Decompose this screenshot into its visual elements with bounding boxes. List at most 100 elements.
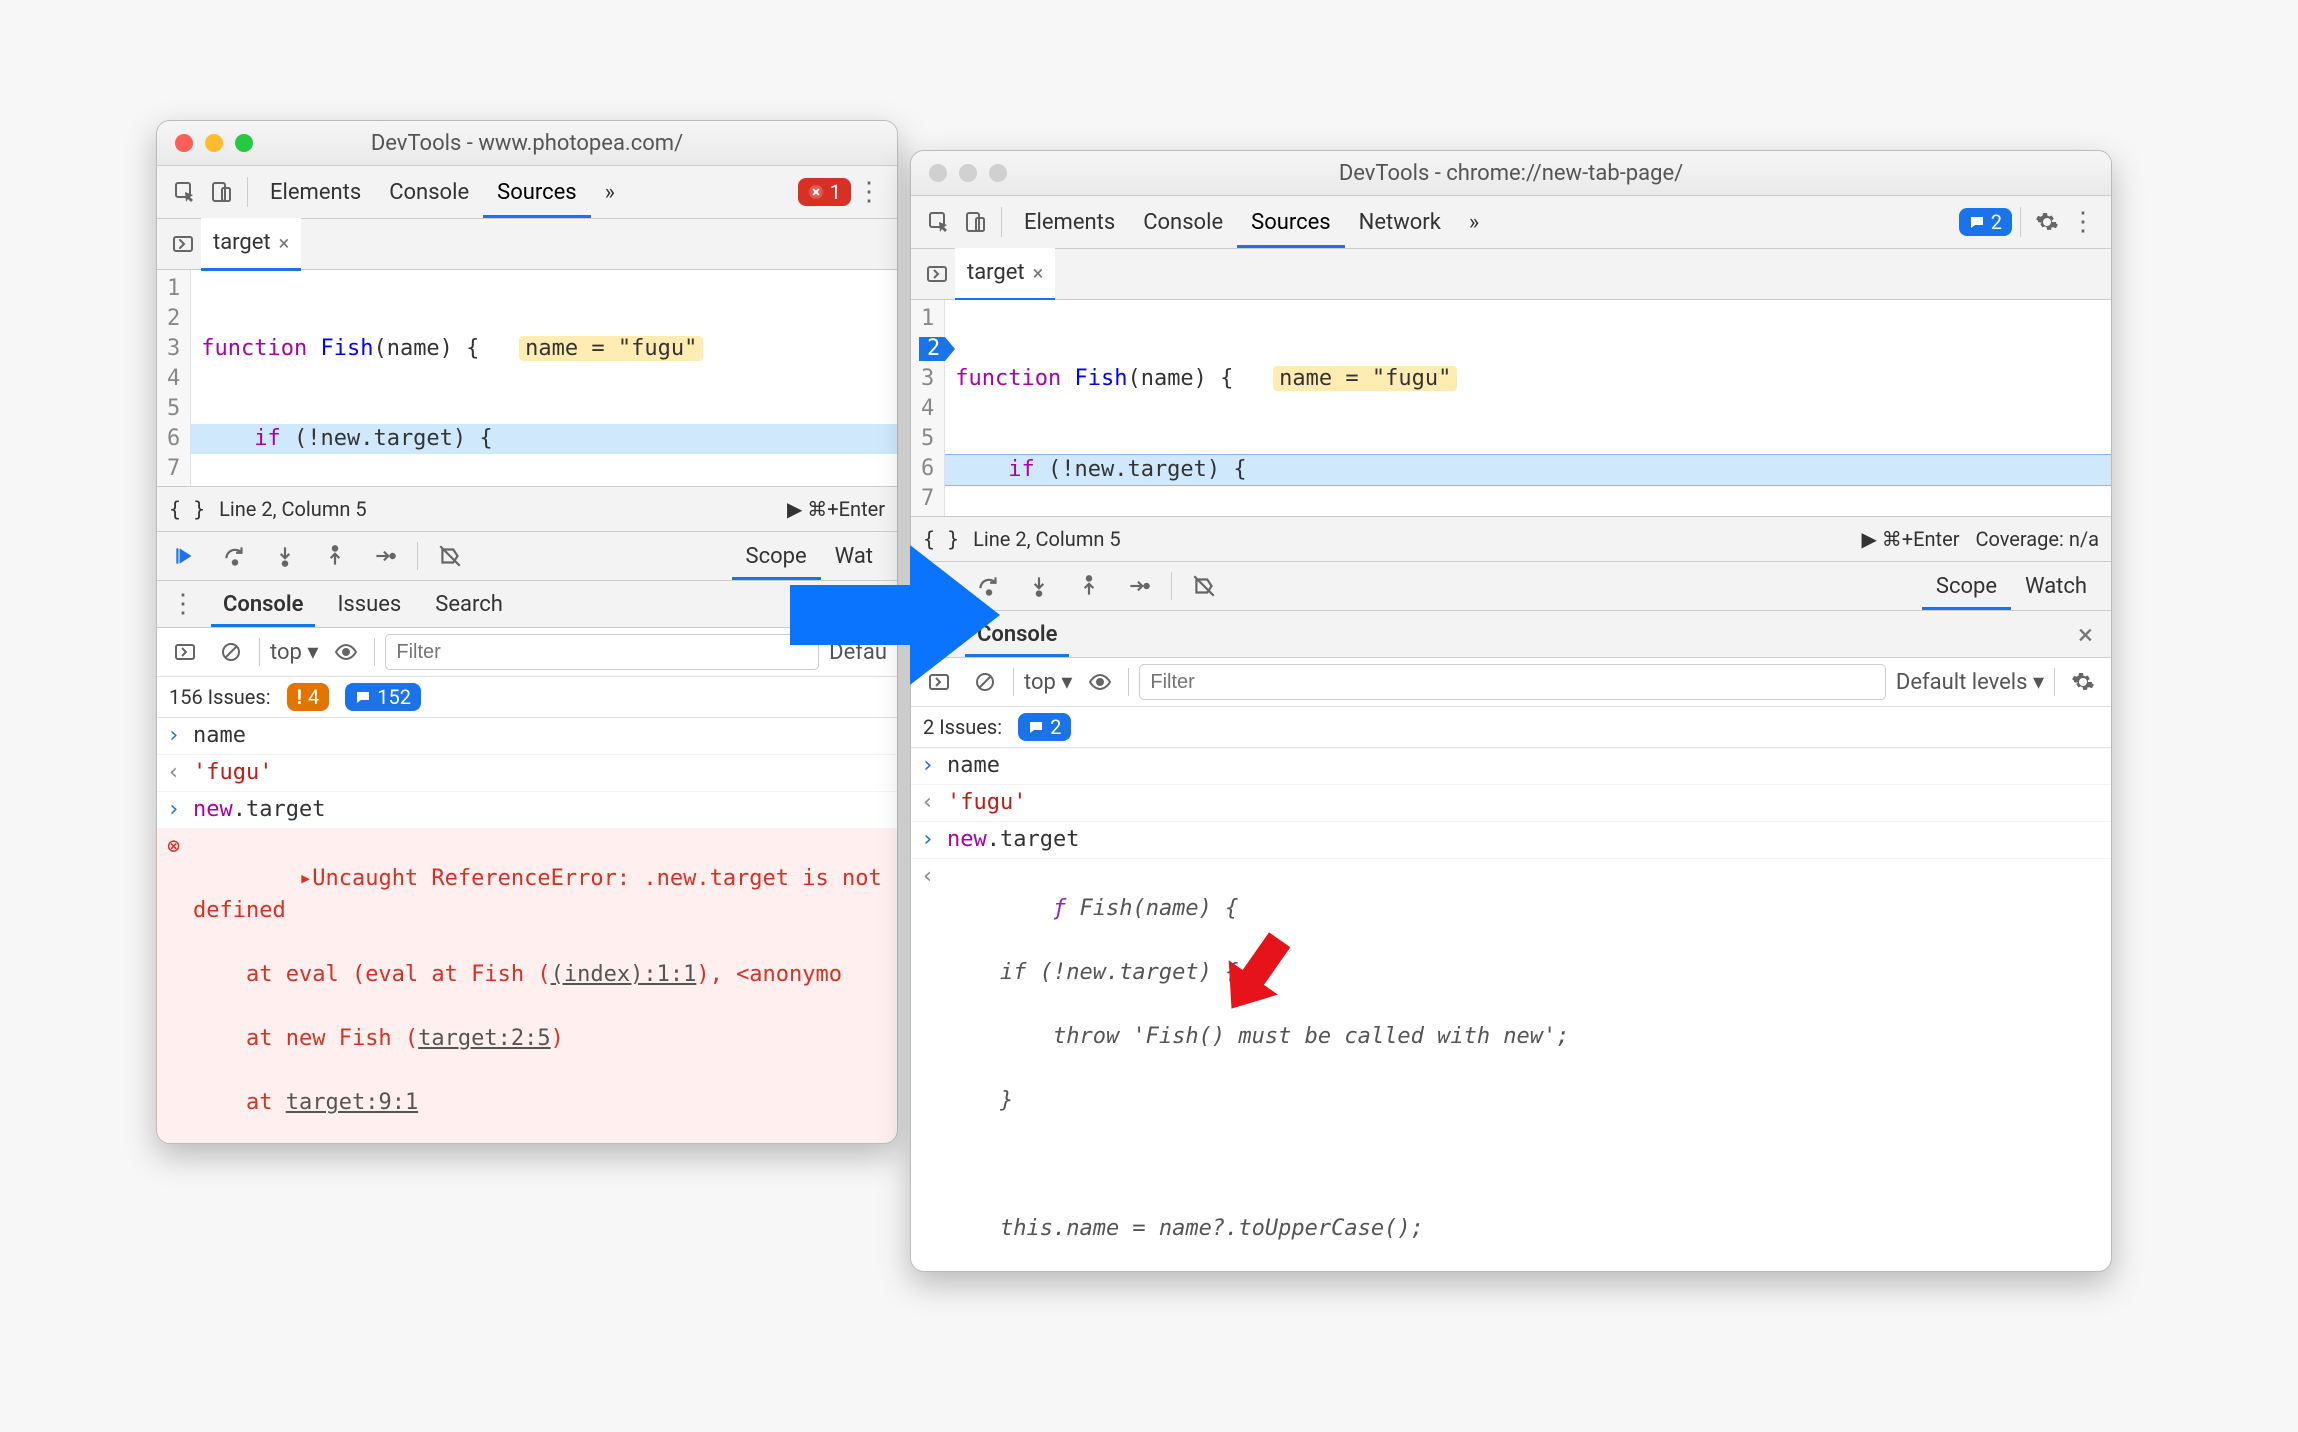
toggle-sidebar-icon[interactable]	[921, 664, 957, 700]
devtools-tabstrip: Elements Console Sources Network » 2 ⋮	[911, 196, 2111, 249]
tab-more[interactable]: »	[1455, 196, 1493, 248]
clear-console-icon[interactable]	[213, 634, 249, 670]
scope-tab[interactable]: Scope	[732, 532, 821, 580]
step-into-icon[interactable]	[1021, 568, 1057, 604]
device-toolbar-icon[interactable]	[957, 204, 993, 240]
chevron-left-icon: ‹	[921, 861, 947, 1272]
step-over-icon[interactable]	[971, 568, 1007, 604]
drawer-tab-console[interactable]: Console	[211, 581, 315, 627]
watch-tab[interactable]: Watch	[2011, 562, 2101, 610]
traffic-light-zoom-icon[interactable]	[235, 134, 253, 152]
traffic-light-close-icon[interactable]	[929, 164, 947, 182]
kebab-menu-icon[interactable]: ⋮	[165, 586, 201, 622]
deactivate-breakpoints-icon[interactable]	[432, 538, 468, 574]
step-icon[interactable]	[1121, 568, 1157, 604]
inline-value-hint: name = "fugu"	[1273, 366, 1457, 391]
scope-tab[interactable]: Scope	[1922, 562, 2011, 610]
live-expression-icon[interactable]	[328, 634, 364, 670]
console-filter-input[interactable]	[1139, 664, 1885, 700]
console-toolbar: top ▾ Default levels ▾	[911, 658, 2111, 707]
tab-console[interactable]: Console	[375, 166, 483, 218]
code-editor[interactable]: 1 2 2 34567 function Fish(name) { name =…	[911, 300, 2111, 516]
console-output[interactable]: ƒ Fish(name) { if (!new.target) { throw …	[947, 861, 2101, 1272]
show-navigator-icon[interactable]	[919, 256, 955, 292]
run-snippet-hint: ▶ ⌘+Enter	[787, 497, 885, 521]
tab-network[interactable]: Network	[1345, 196, 1455, 248]
traffic-light-zoom-icon[interactable]	[989, 164, 1007, 182]
cursor-position: Line 2, Column 5	[973, 527, 1120, 551]
console-output: 'fugu'	[947, 787, 2101, 819]
console-error[interactable]: ⊗ ▸Uncaught ReferenceError: .new.target …	[157, 829, 897, 1144]
code-editor[interactable]: 1234567 function Fish(name) { name = "fu…	[157, 270, 897, 486]
issues-summary[interactable]: 2 Issues: 2	[911, 707, 2111, 748]
console-input: new.target	[193, 794, 887, 826]
error-count-badge[interactable]: 1	[798, 178, 851, 206]
debugger-toolbar: Scope Wat	[157, 532, 897, 581]
step-over-icon[interactable]	[217, 538, 253, 574]
traffic-light-close-icon[interactable]	[175, 134, 193, 152]
tab-more[interactable]: »	[591, 166, 629, 218]
kebab-menu-icon[interactable]: ⋮	[2065, 204, 2101, 240]
window-title: DevTools - chrome://new-tab-page/	[911, 161, 2111, 186]
close-icon[interactable]: ×	[1033, 261, 1044, 285]
stack-link[interactable]: target:9:1	[286, 1090, 418, 1115]
close-icon[interactable]: ×	[279, 231, 290, 255]
step-out-icon[interactable]	[317, 538, 353, 574]
drawer-tab-search[interactable]: Search	[423, 581, 515, 627]
step-icon[interactable]	[367, 538, 403, 574]
console-log: ›name ‹'fugu' ›new.target ⊗ ▸Uncaught Re…	[157, 718, 897, 1144]
device-toolbar-icon[interactable]	[203, 174, 239, 210]
stack-link[interactable]: (index):1:1	[551, 962, 697, 987]
stack-link[interactable]: target:2:5	[418, 1026, 550, 1051]
inspect-element-icon[interactable]	[167, 174, 203, 210]
file-tab-label: target	[967, 260, 1025, 285]
chevron-left-icon: ‹	[167, 757, 193, 789]
chevron-right-icon: ›	[167, 720, 193, 752]
step-out-icon[interactable]	[1071, 568, 1107, 604]
pretty-print-icon[interactable]: { }	[923, 527, 959, 551]
clear-console-icon[interactable]	[967, 664, 1003, 700]
close-icon[interactable]: ×	[2078, 618, 2093, 651]
issues-count-label: 2 Issues:	[923, 715, 1002, 739]
file-tab-target[interactable]: target ×	[955, 248, 1055, 301]
inline-value-hint: name = "fugu"	[519, 336, 703, 361]
watch-tab[interactable]: Wat	[821, 532, 887, 580]
drawer-tabstrip: ⋮ Console Issues Search	[157, 581, 897, 628]
gear-icon[interactable]	[2029, 204, 2065, 240]
kebab-menu-icon[interactable]: ⋮	[851, 174, 887, 210]
coverage-label: Coverage: n/a	[1975, 527, 2099, 551]
tab-sources[interactable]: Sources	[483, 166, 591, 218]
kebab-menu-icon[interactable]: ⋮	[919, 616, 955, 652]
live-expression-icon[interactable]	[1082, 664, 1118, 700]
context-selector[interactable]: top ▾	[270, 640, 318, 665]
console-filter-input[interactable]	[385, 634, 819, 670]
context-selector[interactable]: top ▾	[1024, 670, 1072, 695]
tab-sources[interactable]: Sources	[1237, 196, 1345, 248]
deactivate-breakpoints-icon[interactable]	[1186, 568, 1222, 604]
gear-icon[interactable]	[2065, 664, 2101, 700]
traffic-light-minimize-icon[interactable]	[959, 164, 977, 182]
drawer-tab-issues[interactable]: Issues	[325, 581, 413, 627]
traffic-light-minimize-icon[interactable]	[205, 134, 223, 152]
pretty-print-icon[interactable]: { }	[169, 497, 205, 521]
drawer-tab-console[interactable]: Console	[965, 611, 1069, 657]
tab-elements[interactable]: Elements	[1010, 196, 1129, 248]
feedback-badge[interactable]: 2	[1959, 208, 2012, 236]
resume-icon[interactable]	[921, 568, 957, 604]
window-title: DevTools - www.photopea.com/	[157, 131, 897, 156]
file-tabs: target ×	[157, 219, 897, 270]
log-levels-selector[interactable]: Defau	[829, 640, 887, 665]
file-tabs: target ×	[911, 249, 2111, 300]
resume-icon[interactable]	[167, 538, 203, 574]
log-levels-selector[interactable]: Default levels ▾	[1896, 670, 2044, 695]
tab-console[interactable]: Console	[1129, 196, 1237, 248]
toggle-sidebar-icon[interactable]	[167, 634, 203, 670]
devtools-tabstrip: Elements Console Sources » 1 ⋮	[157, 166, 897, 219]
show-navigator-icon[interactable]	[165, 226, 201, 262]
inspect-element-icon[interactable]	[921, 204, 957, 240]
window-titlebar: DevTools - www.photopea.com/	[157, 121, 897, 166]
issues-summary[interactable]: 156 Issues: !4 152	[157, 677, 897, 718]
tab-elements[interactable]: Elements	[256, 166, 375, 218]
file-tab-target[interactable]: target ×	[201, 218, 301, 271]
step-into-icon[interactable]	[267, 538, 303, 574]
